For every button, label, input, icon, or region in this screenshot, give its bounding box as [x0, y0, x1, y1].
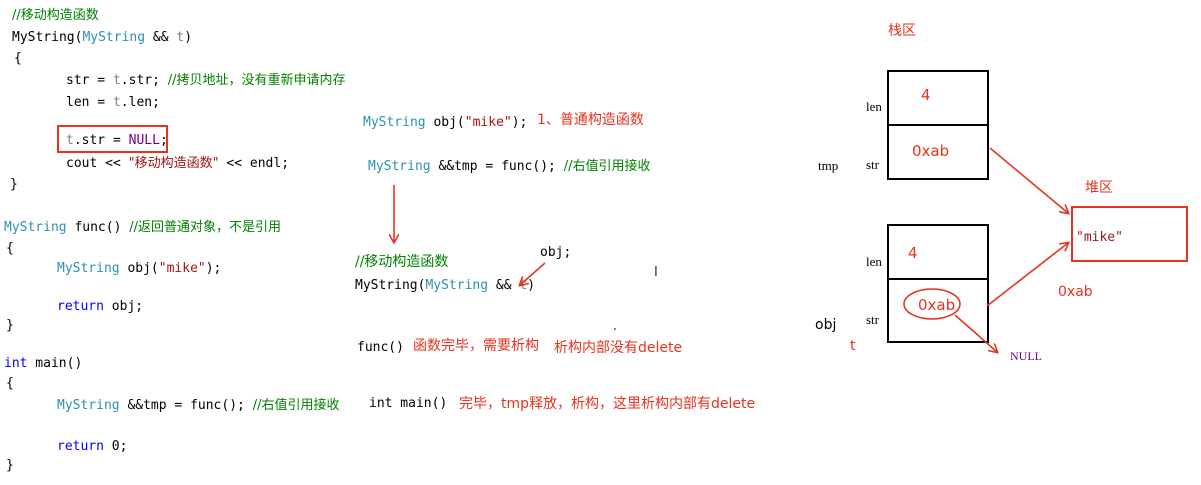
- obj-str-to-null-arrow: [954, 314, 997, 352]
- obj-to-t-arrow: [520, 262, 546, 285]
- obj-str-to-heap-arrow: [986, 243, 1068, 307]
- obj-str-circle: [903, 288, 961, 320]
- annotation-overlay: [0, 147, 1201, 485]
- tmp-str-to-heap-arrow: [989, 147, 1068, 213]
